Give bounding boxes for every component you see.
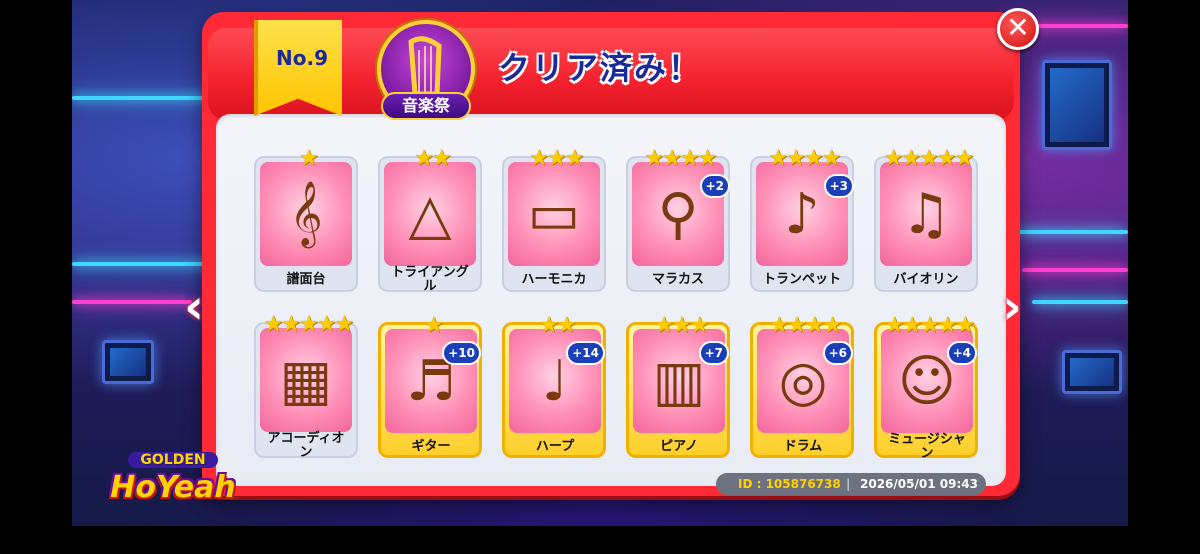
star-rating: ★★★★ [644,146,718,171]
star-rating: ★★★★ [769,313,843,338]
bonus-count-badge: +6 [822,341,853,365]
level-number: No.9 [276,46,328,70]
harmonica-icon: ▭ [527,181,581,247]
player-id: ID : 105876738 [738,477,841,491]
collection-card[interactable]: △ ★★ トライアング ル [378,146,482,294]
collection-card[interactable]: ☺ ★★★★★ +4 ミュージシャ ン [874,313,978,461]
star-rating: ★★★★★ [263,312,355,337]
logo-top-text: GOLDEN [128,452,218,468]
collection-card[interactable]: ◎ ★★★★ +6 ドラム [750,313,854,458]
card-label: 譜面台 [286,272,326,287]
card-label: ドラム [783,439,823,454]
star-rating: ★ [299,146,319,171]
collection-card[interactable]: 𝄞 ★ 譜面台 [254,146,358,292]
collection-card[interactable]: ▥ ★★★ +7 ピアノ [626,313,730,458]
bonus-count-badge: +14 [566,341,605,365]
card-label: ギター [411,439,451,454]
card-label: マラカス [651,272,704,287]
collection-card[interactable]: ♫ ★★★★★ バイオリン [874,146,978,292]
next-page-button[interactable]: › [994,282,1030,334]
footer-divider: | [846,477,851,491]
card-label: トランペット [762,272,841,287]
accordion-icon: ▦ [279,347,333,413]
bonus-count-badge: +2 [699,174,730,198]
card-label: ミュージシャ ン [888,432,966,461]
timestamp: 2026/05/01 09:43 [860,477,978,491]
star-rating: ★★★ [654,313,709,338]
bonus-count-badge: +10 [442,341,481,365]
collection-card[interactable]: ⚲ ★★★★ +2 マラカス [626,146,730,292]
card-art: △ [384,162,476,266]
monitor [1062,350,1122,394]
neon-light [72,300,192,304]
monitor [1042,60,1112,150]
star-rating: ★★★★★ [883,146,975,171]
neon-light [72,96,222,100]
page-title: クリア済み！ [497,49,702,87]
star-rating: ★★ [414,146,451,171]
monitor [102,340,154,384]
footer-info: ID : 105876738 | 2026/05/01 09:43 [716,473,986,495]
neon-light [1022,268,1128,272]
music-stand-icon: 𝄞 [289,181,323,246]
neon-light [1032,300,1128,304]
event-badge-label: 音楽祭 [381,92,471,120]
collection-card[interactable]: ▦ ★★★★★ アコーディオ ン [254,312,358,460]
bonus-count-badge: +7 [698,341,729,365]
card-art: ▭ [508,162,600,266]
card-label: バイオリン [893,272,959,287]
triangle-icon: △ [408,181,452,247]
card-label: ハーモニカ [521,272,587,287]
bonus-count-badge: +3 [823,174,854,198]
card-art: 𝄞 [260,162,352,266]
star-rating: ★★★★ [768,146,842,171]
collection-card[interactable]: ♬ ★ +10 ギター [378,313,482,458]
card-art: ♫ [880,162,972,266]
star-rating: ★★ [539,313,576,338]
collection-card[interactable]: ♪ ★★★★ +3 トランペット [750,146,854,292]
star-rating: ★★★★★ [884,313,976,338]
card-label: アコーディオ ン [267,431,345,460]
logo-main-text: HoYeah [110,470,236,505]
prev-page-button[interactable]: ‹ [176,282,212,334]
star-rating: ★ [424,313,444,338]
card-label: ピアノ [660,439,698,454]
card-label: トライアング ル [391,265,469,294]
collection-card[interactable]: ♩ ★★ +14 ハープ [502,313,606,458]
star-rating: ★★★ [529,146,584,171]
card-art: ▦ [260,328,352,432]
violin-icon: ♫ [900,181,952,247]
card-label: ハープ [535,439,575,454]
collection-card[interactable]: ▭ ★★★ ハーモニカ [502,146,606,292]
close-button[interactable]: ✕ [997,8,1039,50]
bonus-count-badge: +4 [946,341,977,365]
game-logo: GOLDEN HoYeah [106,452,240,528]
neon-light [72,262,212,266]
neon-light [1018,230,1128,234]
